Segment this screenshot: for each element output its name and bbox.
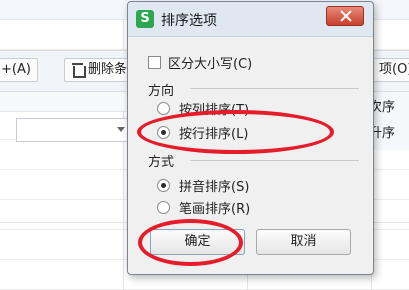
sort-by-column-option[interactable]: 按列排序(T) <box>157 98 249 118</box>
case-sensitive-label[interactable]: 区分大小写(C) <box>168 53 252 72</box>
ok-button[interactable]: 确定 <box>150 229 245 255</box>
options-label: 项(O)... <box>379 62 409 77</box>
direction-section-label: 方向 <box>148 84 175 99</box>
chevron-down-icon <box>117 127 125 132</box>
dialog-title: 排序选项 <box>161 13 217 29</box>
sort-by-column-radio[interactable] <box>157 101 170 115</box>
trash-icon <box>71 63 86 78</box>
sort-by-row-option[interactable]: 按行排序(L) <box>157 122 248 142</box>
pinyin-sort-label[interactable]: 拼音排序(S) <box>179 176 249 195</box>
add-condition-label: +(A) <box>1 62 31 77</box>
close-icon <box>340 10 352 22</box>
sort-options-dialog: S 排序选项 区分大小写(C) 方向 按列排序(T) 按行排序(L) 方式 拼音… <box>127 1 374 275</box>
stroke-sort-option[interactable]: 笔画排序(R) <box>157 197 250 217</box>
method-section-label: 方式 <box>148 155 175 170</box>
direction-divider <box>190 88 359 89</box>
sort-key-dropdown[interactable] <box>16 118 130 142</box>
sort-by-row-label[interactable]: 按行排序(L) <box>179 123 248 142</box>
method-divider <box>190 160 359 161</box>
case-sensitive-checkbox[interactable] <box>148 55 161 69</box>
add-condition-button[interactable]: +(A) <box>0 58 38 82</box>
stroke-sort-label[interactable]: 笔画排序(R) <box>179 198 250 217</box>
stroke-sort-radio[interactable] <box>157 200 170 214</box>
case-sensitive-option[interactable]: 区分大小写(C) <box>148 52 252 72</box>
sort-by-row-radio[interactable] <box>157 125 170 139</box>
close-button[interactable] <box>326 6 364 26</box>
app-logo-icon: S <box>136 10 154 28</box>
options-button[interactable]: 项(O)... <box>372 58 409 82</box>
pinyin-sort-option[interactable]: 拼音排序(S) <box>157 175 249 195</box>
cancel-button[interactable]: 取消 <box>256 229 351 255</box>
dialog-titlebar[interactable]: S 排序选项 <box>128 2 373 37</box>
sort-by-column-label[interactable]: 按列排序(T) <box>179 99 249 118</box>
pinyin-sort-radio[interactable] <box>157 178 170 192</box>
